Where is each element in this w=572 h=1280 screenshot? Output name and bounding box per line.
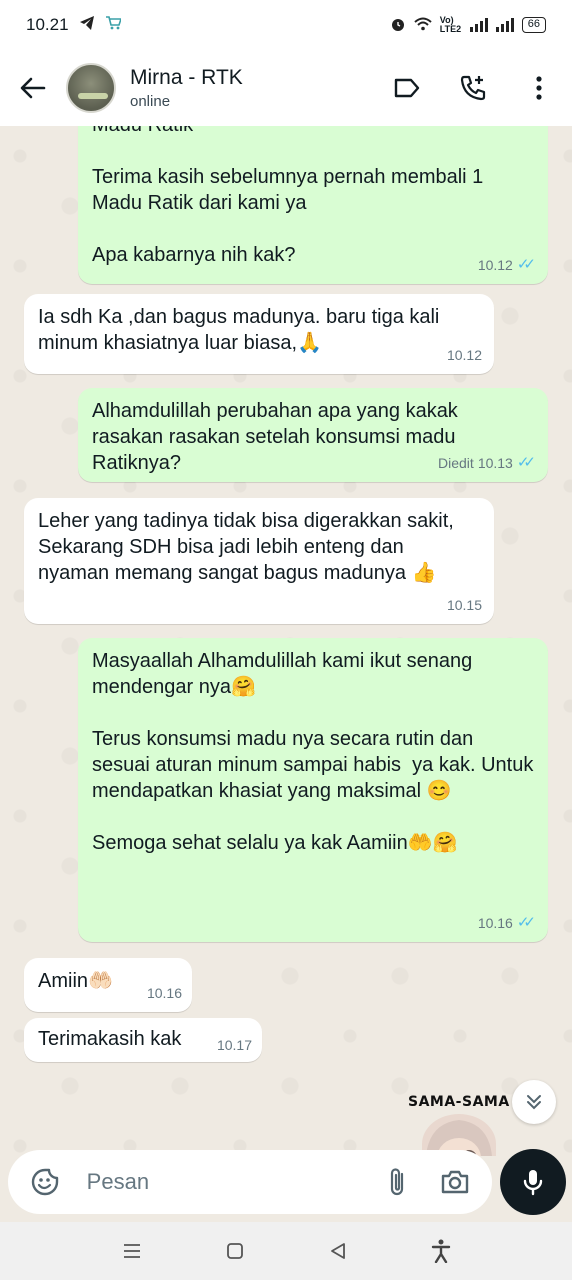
mic-button[interactable] [500, 1149, 566, 1215]
message-time: 10.17 [216, 1037, 252, 1053]
message-time: 10.12 [446, 347, 482, 363]
message-outgoing[interactable]: Madu Ratik Terima kasih sebelumnya perna… [78, 126, 548, 284]
message-incoming[interactable]: Amiin🤲🏻 10.16 [24, 958, 192, 1012]
header-actions [374, 50, 572, 126]
message-meta: 10.16 ✓✓ [478, 910, 536, 936]
alarm-icon [390, 16, 406, 35]
scroll-to-bottom-button[interactable] [512, 1080, 556, 1124]
message-text: Masyaallah Alhamdulillah kami ikut senan… [92, 650, 534, 854]
message-meta: 10.15 [447, 592, 482, 618]
wifi-icon [414, 17, 432, 34]
label-button[interactable] [374, 50, 440, 126]
contact-status: online [130, 93, 171, 110]
status-right: Vo) LTE2 66 [390, 16, 546, 35]
attach-icon [390, 1168, 404, 1196]
status-bar: 10.21 Vo) LTE2 66 [0, 0, 572, 50]
emoji-icon [32, 1168, 59, 1196]
read-ticks-icon: ✓✓ [516, 256, 536, 273]
chat-header: Mirna - RTK online [0, 50, 572, 126]
avatar[interactable] [66, 63, 116, 113]
message-time: 10.16 [477, 915, 513, 931]
camera-button[interactable] [431, 1156, 478, 1208]
battery-icon: 66 [521, 17, 546, 33]
message-meta: 10.16 [147, 980, 182, 1006]
message-text: Leher yang tadinya tidak bisa digerakkan… [38, 510, 460, 584]
double-chevron-down-icon [527, 1095, 541, 1110]
back-button[interactable] [0, 50, 66, 126]
telegram-icon [79, 15, 95, 35]
message-composer [8, 1150, 492, 1214]
chat-area[interactable]: Madu Ratik Terima kasih sebelumnya perna… [0, 126, 572, 1156]
message-time: 10.16 [146, 985, 182, 1001]
home-button[interactable] [210, 1226, 260, 1276]
back-arrow-icon [20, 77, 46, 99]
read-ticks-icon: ✓✓ [516, 914, 536, 931]
message-incoming[interactable]: Terimakasih kak 10.17 [24, 1018, 262, 1062]
recent-apps-button[interactable] [107, 1226, 157, 1276]
camera-icon [441, 1170, 468, 1194]
label-icon [394, 78, 420, 98]
attach-button[interactable] [375, 1156, 422, 1208]
message-time: 10.13 [477, 455, 513, 471]
system-nav-bar [0, 1222, 572, 1280]
contact-name: Mirna - RTK [130, 66, 243, 89]
message-text: Ia sdh Ka ,dan bagus madunya. baru tiga … [38, 306, 445, 354]
message-input[interactable] [86, 1169, 375, 1195]
contact-info[interactable]: Mirna - RTK online [130, 66, 243, 110]
mic-icon [523, 1170, 543, 1196]
accessibility-icon [431, 1239, 450, 1263]
cart-icon [105, 15, 122, 36]
accessibility-button[interactable] [416, 1226, 466, 1276]
edited-label: Diedit [438, 455, 474, 471]
message-incoming[interactable]: Ia sdh Ka ,dan bagus madunya. baru tiga … [24, 294, 494, 374]
message-meta: Diedit 10.13 ✓✓ [438, 450, 536, 476]
signal-icon-2 [495, 18, 514, 32]
sticker[interactable]: SAMA-SAMA [408, 1094, 518, 1156]
message-meta: 10.12 [447, 342, 482, 368]
message-time: 10.12 [477, 257, 513, 273]
message-outgoing[interactable]: Alhamdulillah perubahan apa yang kakak r… [78, 388, 548, 482]
status-time: 10.21 [26, 15, 69, 34]
sticker-text: SAMA-SAMA [408, 1094, 510, 1110]
menu-lines-icon [123, 1244, 140, 1258]
add-call-icon [460, 75, 486, 101]
emoji-button[interactable] [22, 1156, 69, 1208]
message-text: Madu Ratik Terima kasih sebelumnya perna… [92, 126, 484, 266]
message-meta: 10.12 ✓✓ [478, 252, 536, 278]
nav-back-button[interactable] [313, 1226, 363, 1276]
home-square-icon [226, 1243, 243, 1259]
add-call-button[interactable] [440, 50, 506, 126]
read-ticks-icon: ✓✓ [516, 454, 536, 471]
status-left: 10.21 [26, 15, 122, 36]
message-time: 10.15 [446, 597, 482, 613]
message-incoming[interactable]: Leher yang tadinya tidak bisa digerakkan… [24, 498, 494, 624]
message-outgoing[interactable]: Masyaallah Alhamdulillah kami ikut senan… [78, 638, 548, 942]
volte-label: Vo) LTE2 [439, 15, 462, 34]
message-meta: 10.17 [217, 1032, 252, 1058]
more-options-icon [536, 76, 542, 100]
signal-icon [469, 18, 488, 32]
more-options-button[interactable] [506, 50, 572, 126]
back-triangle-icon [330, 1243, 345, 1259]
